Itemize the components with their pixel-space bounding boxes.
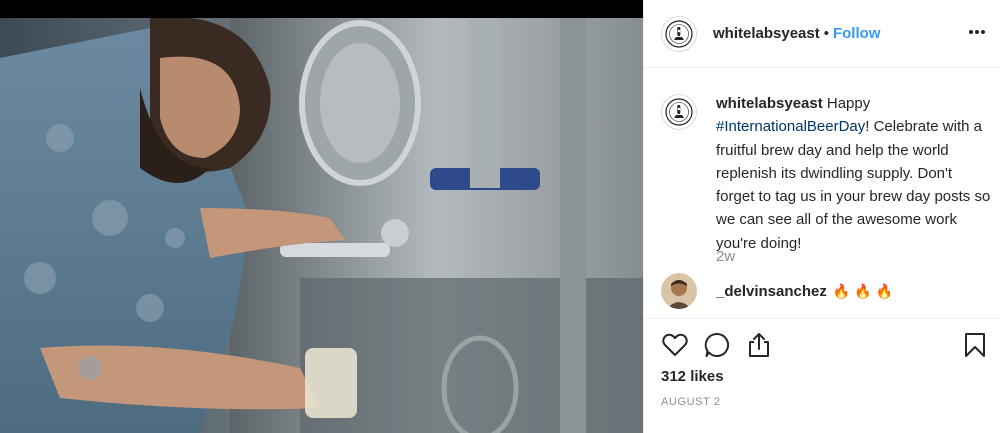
post-photo[interactable] xyxy=(0,18,643,433)
caption-timestamp[interactable]: 2w xyxy=(716,248,735,265)
caption-avatar[interactable] xyxy=(661,94,697,130)
white-labs-logo-icon xyxy=(665,19,693,48)
comment-row: _delvinsanchez 🔥 🔥 🔥 xyxy=(661,272,991,310)
likes-count[interactable]: 312 likes xyxy=(661,368,724,385)
action-icons xyxy=(661,331,773,359)
follow-button[interactable]: Follow xyxy=(833,25,881,42)
commenter-username[interactable]: _delvinsanchez xyxy=(716,283,827,300)
white-labs-logo-icon xyxy=(665,98,693,126)
photo-top-bar xyxy=(0,0,643,18)
comment-text: 🔥 🔥 🔥 xyxy=(832,282,893,299)
post-side-panel: whitelabsyeast • Follow whitelabsyeast H… xyxy=(643,0,1000,433)
more-options-icon[interactable] xyxy=(965,22,989,42)
post-photo-panel[interactable] xyxy=(0,0,643,433)
hashtag-link[interactable]: #InternationalBeerDay xyxy=(716,118,865,135)
bookmark-icon[interactable] xyxy=(961,331,989,359)
comment-icon[interactable] xyxy=(703,331,731,359)
share-icon[interactable] xyxy=(745,331,773,359)
caption-username[interactable]: whitelabsyeast xyxy=(716,95,823,112)
caption-text: whitelabsyeast Happy #InternationalBeerD… xyxy=(716,92,991,255)
account-avatar[interactable] xyxy=(661,15,697,52)
actions-bar: 312 likes AUGUST 2 xyxy=(644,318,1000,433)
caption-text-after: ! Celebrate with a fruitful brew day and… xyxy=(716,118,991,252)
heart-icon[interactable] xyxy=(661,331,689,359)
header-username[interactable]: whitelabsyeast xyxy=(713,25,820,42)
header-separator: • xyxy=(823,25,829,42)
post-header: whitelabsyeast • Follow xyxy=(644,0,1000,68)
commenter-avatar[interactable] xyxy=(661,273,697,309)
post-date[interactable]: AUGUST 2 xyxy=(661,396,721,408)
caption-text-before: Happy xyxy=(822,95,871,112)
